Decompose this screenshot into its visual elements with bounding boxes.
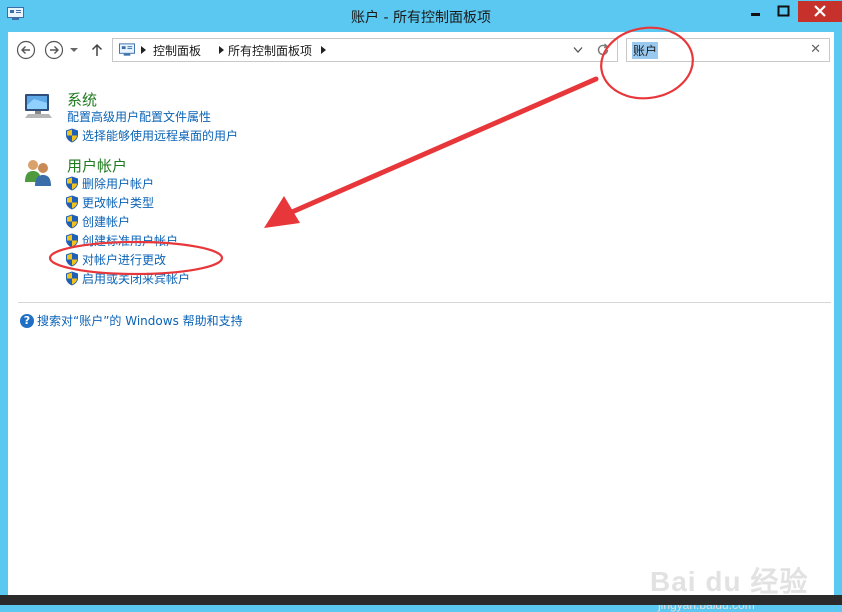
link-row[interactable]: 对帐户进行更改 (65, 251, 166, 268)
breadcrumb-control-panel[interactable]: 控制面板 (153, 42, 201, 59)
navigation-bar: 控制面板 所有控制面板项 账户 ✕ (8, 32, 834, 69)
uac-shield-icon (66, 214, 78, 229)
link-row[interactable]: 删除用户帐户 (65, 175, 154, 192)
link-create-account[interactable]: 创建帐户 (82, 213, 130, 230)
help-link-row[interactable]: ? 搜索对“账户”的 Windows 帮助和支持 (20, 312, 243, 329)
link-delete-user-account[interactable]: 删除用户帐户 (82, 175, 154, 192)
control-panel-window: 账户 - 所有控制面板项 控制面板 所有控制面板项 账户 ✕ 系统 配置高级用户… (0, 0, 842, 612)
minimize-button[interactable] (742, 1, 769, 22)
minimize-icon (751, 13, 760, 16)
chevron-down-icon (70, 48, 78, 52)
window-title: 账户 - 所有控制面板项 (351, 10, 491, 26)
address-bar[interactable]: 控制面板 所有控制面板项 (112, 38, 618, 62)
taskbar-edge (0, 595, 842, 605)
control-panel-icon (119, 43, 135, 56)
link-row[interactable]: 启用或关闭来宾帐户 (65, 270, 190, 287)
back-arrow-icon (16, 40, 36, 60)
address-history-chevron-icon[interactable] (573, 46, 583, 54)
content-area: 控制面板 所有控制面板项 账户 ✕ 系统 配置高级用户配置文件属性 选择能够使用… (8, 32, 834, 612)
link-make-account-changes[interactable]: 对帐户进行更改 (82, 251, 166, 268)
link-change-account-type[interactable]: 更改帐户类型 (82, 194, 154, 211)
maximize-button[interactable] (770, 1, 797, 22)
link-create-standard-user[interactable]: 创建标准用户帐户 (82, 232, 178, 249)
uac-shield-icon (66, 271, 78, 286)
link-windows-help[interactable]: 搜索对“账户”的 Windows 帮助和支持 (37, 312, 243, 329)
uac-shield-icon (66, 233, 78, 248)
refresh-icon[interactable] (596, 43, 610, 57)
up-arrow-icon (91, 43, 103, 56)
category-title-user-accounts[interactable]: 用户帐户 (67, 155, 127, 176)
close-button[interactable] (798, 1, 842, 22)
title-bar: 账户 - 所有控制面板项 (0, 0, 842, 32)
breadcrumb-all-items[interactable]: 所有控制面板项 (228, 42, 312, 59)
uac-shield-icon (66, 195, 78, 210)
uac-shield-icon (66, 128, 78, 143)
up-button[interactable] (90, 40, 104, 60)
uac-shield-icon (66, 176, 78, 191)
forward-arrow-icon (44, 40, 64, 60)
system-monitor-icon (25, 94, 52, 118)
user-accounts-icon (25, 160, 51, 186)
link-row[interactable]: 创建标准用户帐户 (65, 232, 178, 249)
category-title-system[interactable]: 系统 (67, 89, 97, 110)
breadcrumb-separator-icon[interactable] (141, 46, 146, 54)
uac-shield-icon (66, 252, 78, 267)
link-row[interactable]: 选择能够使用远程桌面的用户 (65, 127, 238, 144)
link-row[interactable]: 更改帐户类型 (65, 194, 154, 211)
link-row[interactable]: 配置高级用户配置文件属性 (67, 108, 211, 125)
clear-search-icon[interactable]: ✕ (810, 42, 821, 57)
search-box[interactable]: 账户 ✕ (626, 38, 830, 62)
help-question-icon: ? (20, 313, 34, 328)
link-row[interactable]: 创建帐户 (65, 213, 130, 230)
link-remote-desktop-users[interactable]: 选择能够使用远程桌面的用户 (82, 127, 238, 144)
forward-button[interactable] (44, 40, 64, 60)
link-advanced-user-profile[interactable]: 配置高级用户配置文件属性 (67, 108, 211, 125)
close-icon (814, 5, 826, 17)
breadcrumb-separator-icon[interactable] (219, 46, 224, 54)
back-button[interactable] (16, 40, 36, 60)
section-divider (18, 302, 831, 303)
link-toggle-guest-account[interactable]: 启用或关闭来宾帐户 (82, 270, 190, 287)
recent-pages-dropdown[interactable] (68, 40, 80, 60)
search-input[interactable]: 账户 (632, 42, 659, 59)
maximize-icon (777, 5, 790, 17)
watermark-brand: Bai du 经验 (650, 566, 809, 597)
breadcrumb-separator-icon[interactable] (321, 46, 326, 54)
